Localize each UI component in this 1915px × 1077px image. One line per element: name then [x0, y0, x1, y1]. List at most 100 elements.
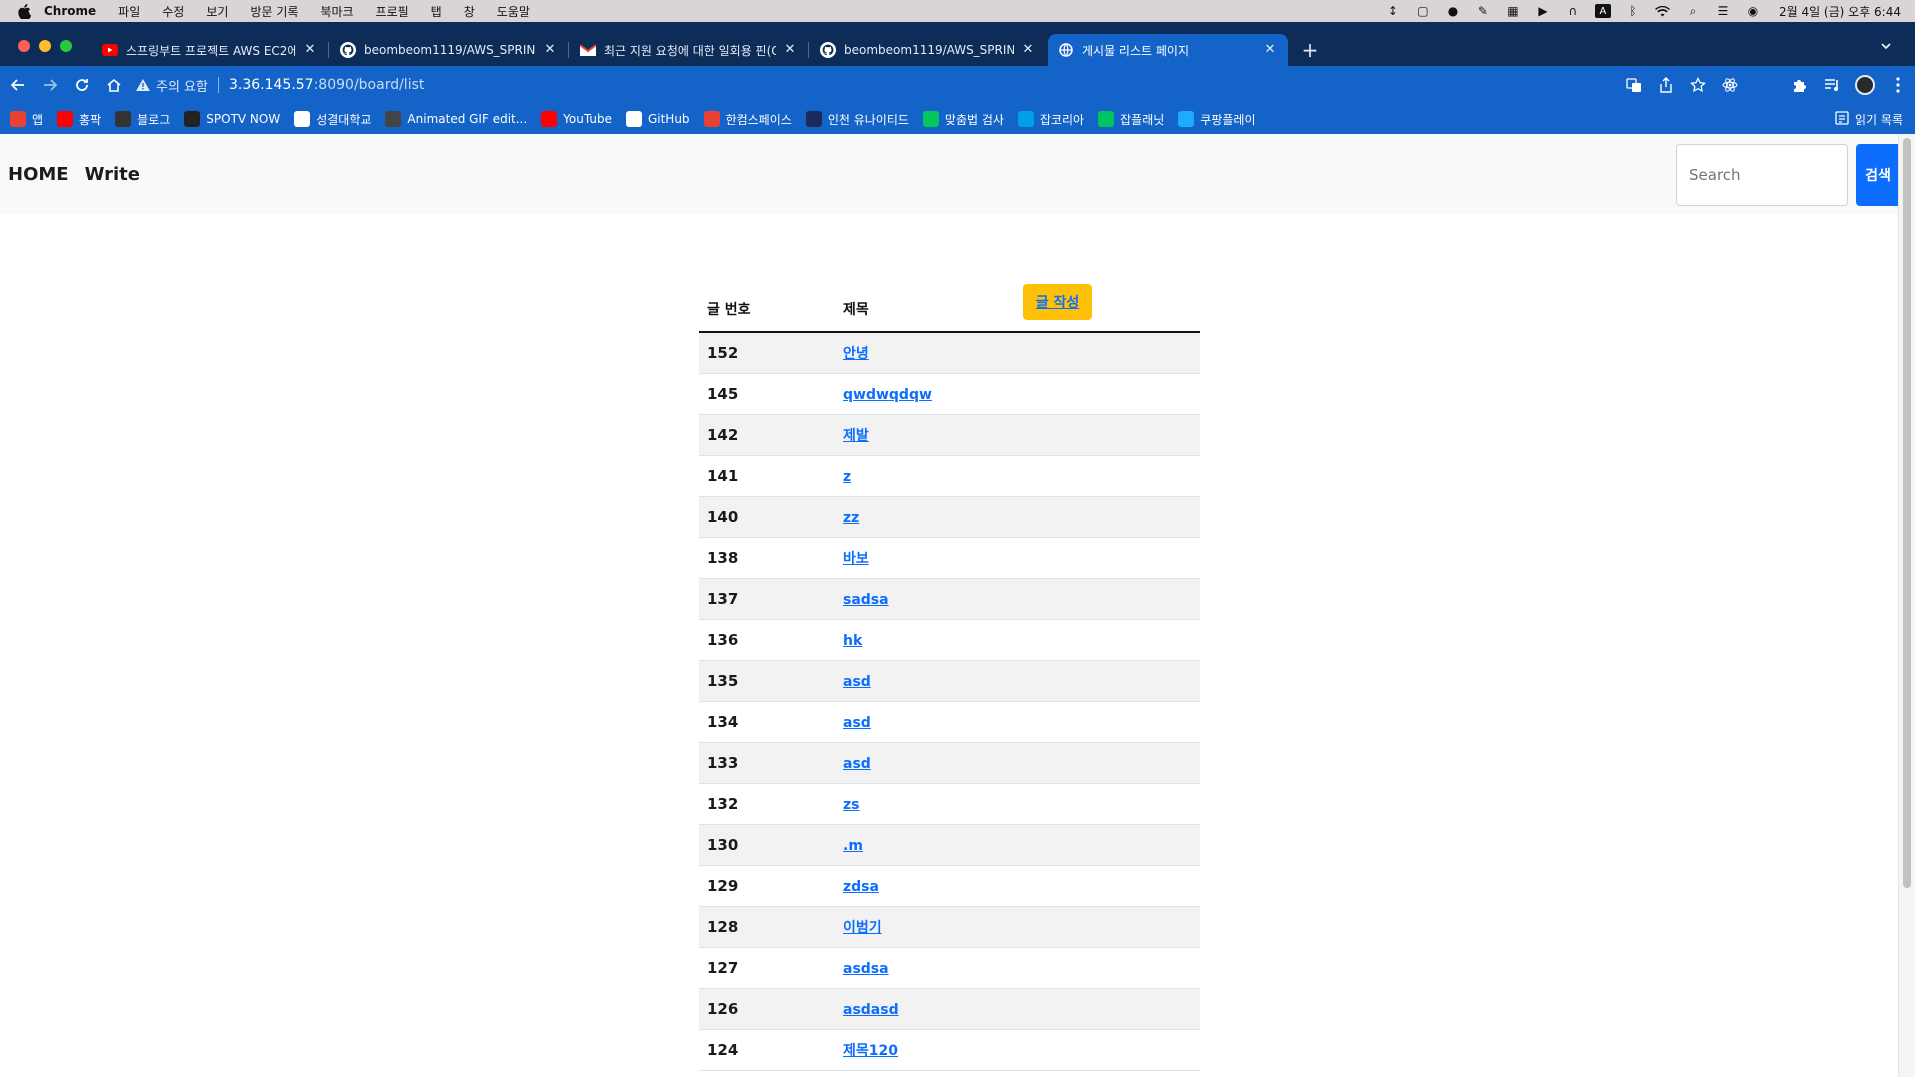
post-title-link[interactable]: 제발	[843, 428, 869, 444]
post-title-link[interactable]: hk	[843, 633, 862, 649]
jobkorea-icon	[1017, 111, 1034, 127]
spotlight-search-icon[interactable]: ⌕	[1685, 4, 1701, 18]
post-title-link[interactable]: asd	[843, 674, 871, 690]
bookmark-item[interactable]: 한컴스페이스	[703, 111, 792, 128]
tab-github-1[interactable]: beombeom1119/AWS_SPRING ✕	[330, 34, 569, 66]
post-title-link[interactable]: qwdwqdqw	[843, 387, 932, 403]
bookmark-item[interactable]: 맞춤법 검사	[922, 111, 1004, 128]
post-title-link[interactable]: 바보	[843, 551, 869, 567]
close-icon[interactable]: ✕	[1262, 42, 1278, 58]
bookmark-item[interactable]: 성결대학교	[294, 111, 371, 128]
url-path: :8090/board/list	[313, 77, 425, 93]
close-icon[interactable]: ✕	[542, 42, 558, 58]
close-window-button[interactable]	[18, 40, 30, 52]
forward-icon[interactable]	[34, 69, 66, 101]
media-queue-icon[interactable]	[1823, 76, 1841, 94]
bookmark-item[interactable]: 홍팍	[57, 111, 101, 128]
page-scrollbar[interactable]	[1898, 134, 1915, 1077]
bookmark-item[interactable]: 앱	[10, 111, 43, 128]
post-title-link[interactable]: asdasd	[843, 1002, 899, 1018]
menu-file[interactable]: 파일	[118, 3, 140, 20]
post-title-link[interactable]: zz	[843, 510, 859, 526]
blank-extension-icon[interactable]	[1753, 76, 1777, 94]
grid-icon[interactable]: ▦	[1505, 4, 1521, 18]
kebab-menu-icon[interactable]	[1889, 76, 1907, 94]
menu-profile[interactable]: 프로필	[376, 3, 409, 20]
wifi-icon[interactable]	[1655, 4, 1671, 18]
headphones-icon[interactable]: ∩	[1565, 4, 1581, 18]
post-title-link[interactable]: asdsa	[843, 961, 889, 977]
menu-help[interactable]: 도움말	[497, 3, 530, 20]
input-method-icon[interactable]: A	[1594, 4, 1611, 18]
control-center-icon[interactable]: ☰	[1715, 4, 1731, 18]
reading-list-button[interactable]: 읽기 목록	[1835, 104, 1903, 134]
bookmark-item[interactable]: GitHub	[625, 111, 690, 127]
security-warning[interactable]: 주의 요함	[136, 76, 208, 95]
menu-history[interactable]: 방문 기록	[250, 3, 298, 20]
transfer-icon[interactable]: ↕	[1385, 4, 1401, 18]
menu-edit[interactable]: 수정	[162, 3, 184, 20]
post-title-link[interactable]: sadsa	[843, 592, 889, 608]
hancom-icon	[703, 111, 720, 127]
bookmark-item[interactable]: 잡코리아	[1017, 111, 1084, 128]
bookmark-label: 홍팍	[79, 112, 102, 127]
bookmark-item[interactable]: 인천 유나이티드	[805, 111, 909, 128]
menu-bookmarks[interactable]: 북마크	[320, 3, 353, 20]
menubar-clock[interactable]: 2월 4일 (금) 오후 6:44	[1779, 3, 1901, 20]
bookmark-item[interactable]: 잡플래닛	[1098, 111, 1164, 128]
post-title-link[interactable]: zdsa	[843, 879, 879, 895]
chevron-down-icon[interactable]	[1879, 38, 1899, 58]
minimize-window-button[interactable]	[39, 40, 51, 52]
tab-github-2[interactable]: beombeom1119/AWS_SPRING ✕	[810, 34, 1046, 66]
play-icon[interactable]: ▶	[1535, 4, 1551, 18]
back-icon[interactable]	[2, 69, 34, 101]
write-post-button[interactable]: 글 작성	[1023, 284, 1092, 320]
nav-home-link[interactable]: HOME	[8, 164, 69, 185]
share-icon[interactable]	[1657, 76, 1675, 94]
zoom-window-button[interactable]	[60, 40, 72, 52]
menu-tab[interactable]: 탭	[431, 3, 442, 20]
close-icon[interactable]: ✕	[302, 42, 318, 58]
post-title-link[interactable]: zs	[843, 797, 859, 813]
post-title-link[interactable]: asd	[843, 715, 871, 731]
siri-icon[interactable]: ◉	[1745, 4, 1761, 18]
address-divider	[217, 77, 219, 93]
bookmark-star-icon[interactable]	[1689, 76, 1707, 94]
menu-app-name[interactable]: Chrome	[44, 4, 96, 18]
reload-icon[interactable]	[66, 69, 98, 101]
bookmark-item[interactable]: Animated GIF edit...	[385, 111, 527, 127]
notification-icon[interactable]: ●	[1445, 4, 1461, 18]
bluetooth-icon[interactable]: ᛒ	[1625, 4, 1641, 18]
bookmark-item[interactable]: YouTube	[541, 111, 612, 127]
nav-write-link[interactable]: Write	[85, 164, 140, 185]
post-title-link[interactable]: 안녕	[843, 346, 869, 362]
tab-gmail[interactable]: 최근 지원 요청에 대한 일회용 핀(OT ✕	[570, 34, 809, 66]
post-title-link[interactable]: asd	[843, 756, 871, 772]
search-input[interactable]	[1676, 144, 1848, 206]
menu-window[interactable]: 창	[464, 3, 475, 20]
home-icon[interactable]	[98, 69, 130, 101]
close-icon[interactable]: ✕	[782, 42, 798, 58]
search-button[interactable]: 검색	[1856, 144, 1898, 206]
new-tab-icon[interactable]: +	[1296, 36, 1324, 64]
close-icon[interactable]: ✕	[1020, 42, 1036, 58]
tab-youtube-springboot[interactable]: 스프링부트 프로젝트 AWS EC2에 배 ✕	[92, 34, 329, 66]
react-devtools-icon[interactable]	[1721, 76, 1739, 94]
bookmark-item[interactable]: 쿠팡플레이	[1178, 111, 1255, 128]
pen-icon[interactable]: ✎	[1475, 4, 1491, 18]
bookmark-item[interactable]: 블로그	[115, 111, 170, 128]
post-title-link[interactable]: z	[843, 469, 851, 485]
scrollbar-thumb[interactable]	[1903, 138, 1911, 888]
post-title-link[interactable]: 이범기	[843, 920, 882, 936]
extensions-puzzle-icon[interactable]	[1791, 76, 1809, 94]
shield-icon[interactable]: ▢	[1415, 4, 1431, 18]
post-title-link[interactable]: .m	[843, 838, 863, 854]
profile-avatar[interactable]	[1855, 75, 1875, 95]
menu-view[interactable]: 보기	[206, 3, 228, 20]
tab-board-list[interactable]: 게시물 리스트 페이지 ✕	[1048, 34, 1288, 66]
post-title-cell: asd	[835, 660, 1200, 702]
translate-icon[interactable]	[1625, 76, 1643, 94]
apple-icon[interactable]	[16, 3, 32, 19]
bookmark-item[interactable]: SPOTV NOW	[184, 111, 280, 127]
post-title-link[interactable]: 제목120	[843, 1043, 898, 1059]
